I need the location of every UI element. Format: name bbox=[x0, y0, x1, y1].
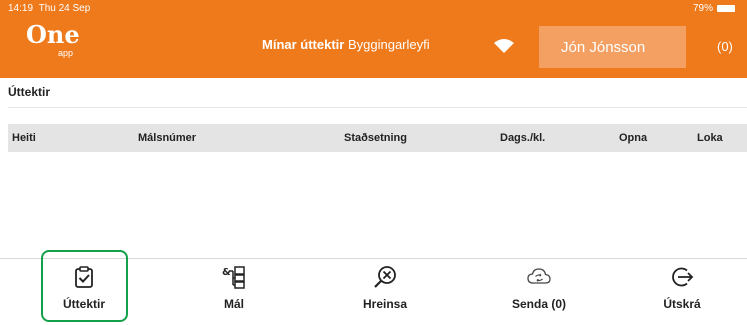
tab-utskra[interactable]: Útskrá bbox=[642, 259, 722, 325]
column-header-name[interactable]: Heiti bbox=[12, 132, 36, 144]
section-title: Úttektir bbox=[8, 85, 51, 99]
tab-mal-label: Mál bbox=[223, 297, 244, 311]
app-logo[interactable]: One app bbox=[26, 20, 86, 64]
status-clock: 14:19 bbox=[8, 3, 34, 14]
logout-icon bbox=[672, 267, 694, 287]
column-header-location[interactable]: Staðsetning bbox=[344, 132, 407, 144]
tab-utskra-label: Útskrá bbox=[663, 297, 701, 311]
svg-text:&: & bbox=[222, 267, 231, 278]
user-menu-button[interactable]: Jón Jónsson bbox=[539, 26, 686, 68]
app-header: 14:19 Thu 24 Sep 79% One app Mínar úttek… bbox=[0, 0, 747, 78]
battery-percent: 79% bbox=[692, 3, 713, 14]
section-divider bbox=[8, 107, 747, 108]
status-battery: 79% bbox=[693, 3, 735, 14]
case-tree-icon: & bbox=[222, 266, 245, 289]
column-header-close[interactable]: Loka bbox=[697, 132, 723, 144]
tab-mal[interactable]: & Mál bbox=[199, 259, 269, 325]
page-title-context: Byggingarleyfi bbox=[347, 37, 430, 52]
logo-text: One bbox=[26, 20, 80, 49]
tab-hreinsa-label: Hreinsa bbox=[362, 297, 408, 311]
tab-senda[interactable]: Senda (0) bbox=[484, 259, 594, 325]
column-header-case-number[interactable]: Málsnúmer bbox=[138, 132, 196, 144]
cloud-sync-icon bbox=[527, 268, 551, 284]
status-date: Thu 24 Sep bbox=[38, 3, 91, 14]
column-header-date[interactable]: Dags./kl. bbox=[500, 132, 545, 144]
clear-search-icon bbox=[374, 266, 396, 288]
tab-senda-label: Senda (0) bbox=[511, 297, 566, 311]
status-time: 14:19 Thu 24 Sep bbox=[8, 3, 90, 14]
tab-hreinsa[interactable]: Hreinsa bbox=[345, 259, 425, 325]
page-title: Mínar úttektir Byggingarleyfi bbox=[262, 37, 430, 52]
page-title-main: Mínar úttektir bbox=[262, 37, 345, 52]
notification-count[interactable]: (0) bbox=[717, 39, 733, 54]
logo-subtext: app bbox=[58, 48, 74, 58]
wifi-icon bbox=[494, 39, 514, 53]
battery-icon bbox=[717, 5, 735, 12]
user-name: Jón Jónsson bbox=[561, 39, 646, 56]
active-tab-highlight bbox=[41, 250, 128, 322]
table-header: Heiti Málsnúmer Staðsetning Dags./kl. Op… bbox=[8, 124, 747, 152]
column-header-open[interactable]: Opna bbox=[619, 132, 647, 144]
